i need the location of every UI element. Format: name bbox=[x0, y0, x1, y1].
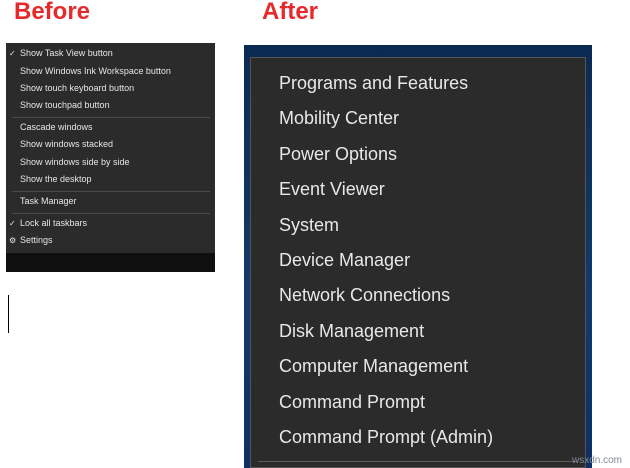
menu-item-mobility-center[interactable]: Mobility Center bbox=[251, 101, 585, 136]
menu-separator bbox=[12, 117, 210, 118]
menu-item-label: Task Manager bbox=[20, 196, 77, 206]
power-user-menu: Programs and Features Mobility Center Po… bbox=[250, 57, 586, 468]
menu-item-settings[interactable]: ⚙ Settings bbox=[6, 232, 215, 249]
menu-item-label: Settings bbox=[20, 235, 53, 245]
menu-item-label: Cascade windows bbox=[20, 122, 93, 132]
menu-item-event-viewer[interactable]: Event Viewer bbox=[251, 172, 585, 207]
menu-item-network-connections[interactable]: Network Connections bbox=[251, 278, 585, 313]
taskbar-context-menu: ✓ Show Task View button Show Windows Ink… bbox=[6, 43, 215, 253]
menu-item-disk-management[interactable]: Disk Management bbox=[251, 314, 585, 349]
watermark: wsxdn.com bbox=[571, 455, 622, 466]
taskbar-strip bbox=[6, 253, 215, 272]
menu-item-show-ink-workspace[interactable]: Show Windows Ink Workspace button bbox=[6, 63, 215, 80]
gear-icon: ⚙ bbox=[9, 236, 17, 245]
menu-item-show-desktop[interactable]: Show the desktop bbox=[6, 171, 215, 188]
menu-item-windows-stacked[interactable]: Show windows stacked bbox=[6, 136, 215, 153]
menu-separator bbox=[12, 191, 210, 192]
menu-item-label: Show windows side by side bbox=[20, 157, 130, 167]
menu-item-show-touch-keyboard[interactable]: Show touch keyboard button bbox=[6, 80, 215, 97]
menu-item-label: Lock all taskbars bbox=[20, 218, 88, 228]
menu-item-command-prompt-admin[interactable]: Command Prompt (Admin) bbox=[251, 420, 585, 455]
menu-item-computer-management[interactable]: Computer Management bbox=[251, 349, 585, 384]
menu-item-label: Show windows stacked bbox=[20, 139, 114, 149]
before-heading: Before bbox=[14, 0, 91, 25]
menu-item-command-prompt[interactable]: Command Prompt bbox=[251, 385, 585, 420]
menu-item-label: Show touchpad button bbox=[20, 100, 110, 110]
menu-item-device-manager[interactable]: Device Manager bbox=[251, 243, 585, 278]
menu-item-windows-side-by-side[interactable]: Show windows side by side bbox=[6, 154, 215, 171]
menu-item-task-manager[interactable]: Task Manager bbox=[6, 193, 215, 210]
check-icon: ✓ bbox=[9, 219, 16, 228]
check-icon: ✓ bbox=[9, 49, 16, 58]
menu-item-show-touchpad[interactable]: Show touchpad button bbox=[6, 97, 215, 114]
menu-item-cascade-windows[interactable]: Cascade windows bbox=[6, 119, 215, 136]
menu-item-system[interactable]: System bbox=[251, 208, 585, 243]
menu-item-lock-taskbars[interactable]: ✓ Lock all taskbars bbox=[6, 215, 215, 232]
menu-separator bbox=[258, 461, 578, 462]
menu-item-show-task-view[interactable]: ✓ Show Task View button bbox=[6, 45, 215, 62]
menu-item-programs-and-features[interactable]: Programs and Features bbox=[251, 66, 585, 101]
menu-item-label: Show Task View button bbox=[20, 48, 113, 58]
menu-item-label: Show the desktop bbox=[20, 174, 92, 184]
text-cursor bbox=[8, 295, 9, 333]
menu-item-label: Show touch keyboard button bbox=[20, 83, 135, 93]
menu-separator bbox=[12, 213, 210, 214]
menu-item-label: Show Windows Ink Workspace button bbox=[20, 66, 171, 76]
after-heading: After bbox=[262, 0, 319, 25]
menu-item-power-options[interactable]: Power Options bbox=[251, 137, 585, 172]
